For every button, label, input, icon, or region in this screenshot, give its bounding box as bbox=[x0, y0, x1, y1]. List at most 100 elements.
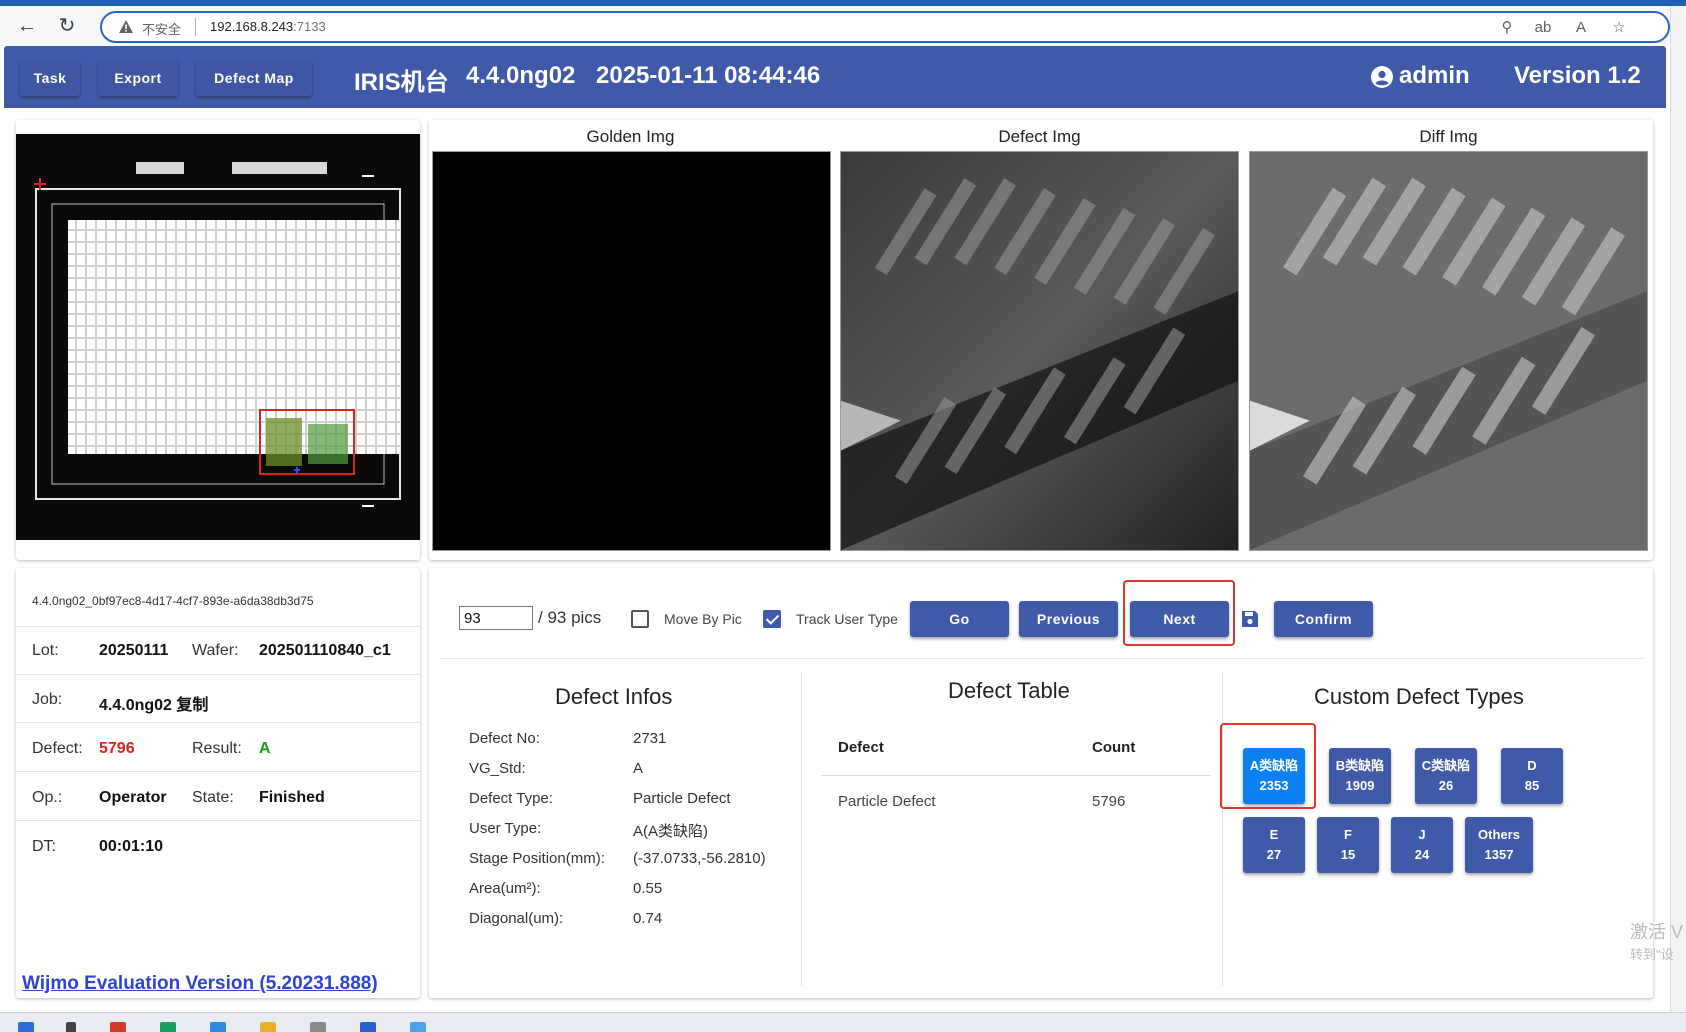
diff-image-title: Diff Img bbox=[1419, 127, 1478, 146]
app-header: Task Export Defect Map IRIS机台 4.4.0ng02 … bbox=[4, 46, 1666, 108]
favorite-star-icon[interactable]: ☆ bbox=[1608, 17, 1630, 39]
info-divider bbox=[16, 820, 420, 821]
lot-value: 20250111 bbox=[99, 642, 169, 659]
app-icon[interactable] bbox=[410, 1022, 426, 1032]
type-count: 85 bbox=[1524, 778, 1540, 793]
result-value: A bbox=[259, 740, 271, 757]
start-icon[interactable] bbox=[18, 1022, 34, 1032]
address-bar[interactable]: 不安全 192.168.8.243:7133 ⚲ ab A ☆ bbox=[100, 11, 1670, 43]
diagonal-value: 0.74 bbox=[633, 910, 663, 927]
info-divider bbox=[16, 722, 420, 723]
defect-type-b-button[interactable]: B类缺陷 1909 bbox=[1329, 748, 1391, 804]
header-datetime: 2025-01-11 08:44:46 bbox=[596, 62, 821, 89]
stage-position-value: (-37.0733,-56.2810) bbox=[633, 850, 766, 867]
wafer-map-image[interactable] bbox=[16, 134, 420, 540]
refresh-icon[interactable]: ↻ bbox=[54, 14, 80, 38]
defect-type-c-button[interactable]: C类缺陷 26 bbox=[1415, 748, 1477, 804]
type-name: F bbox=[1344, 827, 1352, 842]
browser-toolbar: ← ↻ 不安全 192.168.8.243:7133 ⚲ ab A ☆ bbox=[0, 6, 1686, 46]
defect-column-header[interactable]: Defect bbox=[838, 739, 884, 756]
custom-defect-types-title: Custom Defect Types bbox=[1314, 684, 1524, 709]
user-type-value: A(A类缺陷) bbox=[633, 823, 709, 840]
defect-type-e-button[interactable]: E 27 bbox=[1243, 817, 1305, 873]
defect-type-others-button[interactable]: Others 1357 bbox=[1465, 817, 1533, 873]
move-by-pic-label: Move By Pic bbox=[664, 611, 742, 627]
defect-label: Defect: bbox=[32, 740, 83, 757]
controls-divider bbox=[439, 658, 1643, 659]
task-button[interactable]: Task bbox=[20, 60, 80, 96]
recipe-name: 4.4.0ng02 bbox=[466, 62, 576, 89]
inspection-id: 4.4.0ng02_0bf97ec8-4d17-4cf7-893e-a6da38… bbox=[32, 594, 314, 608]
wijmo-evaluation-link[interactable]: Wijmo Evaluation Version (5.20231.888) bbox=[22, 973, 378, 995]
defect-type-d-button[interactable]: D 85 bbox=[1501, 748, 1563, 804]
confirm-button[interactable]: Confirm bbox=[1274, 601, 1373, 637]
username[interactable]: admin bbox=[1399, 62, 1470, 90]
type-a-highlight-box bbox=[1220, 723, 1316, 809]
warning-icon bbox=[119, 20, 133, 33]
defect-image-title: Defect Img bbox=[998, 127, 1081, 146]
count-column-header[interactable]: Count bbox=[1092, 739, 1135, 756]
defect-type-f-button[interactable]: F 15 bbox=[1317, 817, 1379, 873]
defect-no-label: Defect No: bbox=[469, 730, 540, 747]
track-user-type-label: Track User Type bbox=[796, 611, 898, 627]
app-version: Version 1.2 bbox=[1514, 62, 1641, 89]
table-header-divider bbox=[821, 775, 1211, 776]
type-count: 15 bbox=[1340, 847, 1356, 862]
export-button[interactable]: Export bbox=[98, 60, 178, 96]
move-by-pic-checkbox[interactable] bbox=[631, 610, 649, 628]
taskbar bbox=[0, 1012, 1686, 1032]
activation-watermark: 激活 V bbox=[1630, 922, 1684, 942]
read-aloud-icon[interactable]: A bbox=[1570, 17, 1592, 39]
type-name: C类缺陷 bbox=[1421, 758, 1471, 773]
app-icon[interactable] bbox=[310, 1022, 326, 1032]
result-label: Result: bbox=[192, 740, 242, 757]
wafer-value: 202501110840_c1 bbox=[259, 642, 391, 659]
operator-label: Op.: bbox=[32, 789, 63, 806]
vg-std-value: A bbox=[633, 760, 644, 777]
type-name: D bbox=[1527, 758, 1537, 773]
wafer-info-panel bbox=[16, 568, 420, 998]
search-icon[interactable] bbox=[66, 1022, 76, 1032]
stage-position-label: Stage Position(mm): bbox=[469, 850, 605, 867]
save-icon[interactable] bbox=[1241, 610, 1259, 628]
type-name: Others bbox=[1478, 827, 1520, 842]
browser-icon[interactable] bbox=[160, 1022, 176, 1032]
key-icon[interactable]: ⚲ bbox=[1496, 17, 1518, 39]
user-account-icon[interactable] bbox=[1371, 66, 1393, 88]
defect-count-cell: 5796 bbox=[1092, 793, 1126, 810]
area-label: Area(um²): bbox=[469, 880, 541, 897]
type-count: 24 bbox=[1414, 847, 1430, 862]
wafer-label: Wafer: bbox=[192, 642, 239, 659]
translate-icon[interactable]: ab bbox=[1532, 17, 1554, 39]
previous-button[interactable]: Previous bbox=[1019, 601, 1118, 637]
state-label: State: bbox=[192, 789, 234, 806]
defect-type-value: Particle Defect bbox=[633, 790, 731, 807]
go-button[interactable]: Go bbox=[910, 601, 1009, 637]
defect-no-value: 2731 bbox=[633, 730, 667, 747]
app-icon[interactable] bbox=[110, 1022, 126, 1032]
diagonal-label: Diagonal(um): bbox=[469, 910, 564, 927]
defect-type-j-button[interactable]: J 24 bbox=[1391, 817, 1453, 873]
defect-table-title: Defect Table bbox=[948, 678, 1070, 703]
type-count: 27 bbox=[1266, 847, 1282, 862]
golden-image[interactable] bbox=[432, 151, 831, 551]
activation-watermark-sub: 转到"设 bbox=[1630, 947, 1674, 962]
defect-map-button[interactable]: Defect Map bbox=[196, 60, 312, 96]
lot-label: Lot: bbox=[32, 642, 59, 659]
url-text: 192.168.8.243:7133 bbox=[210, 19, 326, 34]
folder-icon[interactable] bbox=[260, 1022, 276, 1032]
app-icon[interactable] bbox=[210, 1022, 226, 1032]
type-name: E bbox=[1269, 827, 1279, 842]
section-divider bbox=[1222, 672, 1223, 986]
pic-number-input[interactable] bbox=[459, 606, 533, 630]
job-label: Job: bbox=[32, 691, 63, 708]
url-port: :7133 bbox=[293, 19, 326, 34]
app-icon[interactable] bbox=[360, 1022, 376, 1032]
back-arrow-icon[interactable]: ← bbox=[14, 14, 40, 38]
dt-label: DT: bbox=[32, 838, 56, 855]
track-user-type-checkbox[interactable] bbox=[763, 610, 781, 628]
defect-image[interactable] bbox=[840, 151, 1239, 551]
area-value: 0.55 bbox=[633, 880, 663, 897]
type-name: J bbox=[1418, 827, 1426, 842]
diff-image[interactable] bbox=[1249, 151, 1648, 551]
